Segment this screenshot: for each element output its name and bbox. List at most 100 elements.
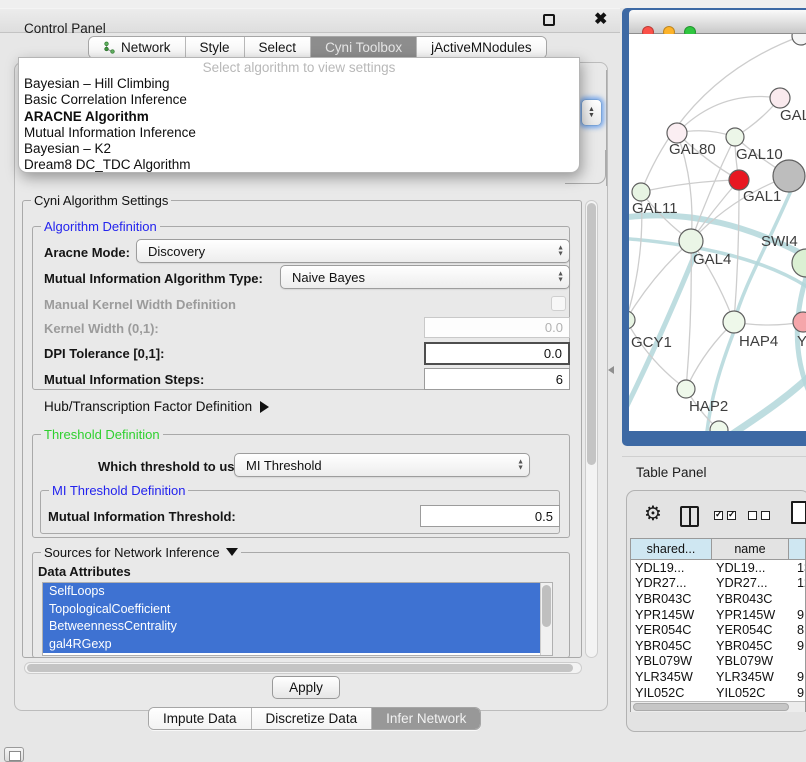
kernel-width-field[interactable]: 0.0: [424, 317, 570, 338]
mi-algorithm-type-select[interactable]: Naive Bayes ▲▼: [280, 265, 570, 289]
settings-vertical-scrollbar[interactable]: [585, 200, 598, 658]
tab-cyni-toolbox[interactable]: Cyni Toolbox: [311, 37, 417, 58]
node-label: GAL4: [693, 251, 731, 268]
attribute-item[interactable]: TopologicalCoefficient: [43, 601, 552, 619]
hub-definition-label: Hub/Transcription Factor Definition: [44, 399, 252, 414]
table-cell: YER054C: [631, 623, 712, 637]
attributes-scrollbar[interactable]: [540, 583, 552, 655]
dpi-tolerance-field[interactable]: 0.0: [424, 342, 570, 365]
tab-discretize-data[interactable]: Discretize Data: [252, 708, 373, 729]
table-row[interactable]: YLR345WYLR345W9.: [631, 669, 805, 685]
column-browser-icon[interactable]: [680, 506, 699, 527]
mi-algorithm-type-value: Naive Bayes: [292, 270, 365, 285]
group-title: Cyni Algorithm Settings: [31, 193, 171, 208]
node-label: GAL11: [632, 200, 678, 217]
close-icon[interactable]: ✖: [594, 9, 607, 29]
tab-infer-network[interactable]: Infer Network: [372, 708, 480, 729]
table-row[interactable]: YIL052CYIL052C9.: [631, 685, 805, 701]
network-node[interactable]: [710, 421, 728, 431]
tab-style[interactable]: Style: [186, 37, 245, 58]
settings-horizontal-scrollbar[interactable]: [24, 662, 582, 674]
node-table: shared...nameA YDL19...YDL19...13YDR27..…: [630, 538, 806, 712]
table-cell: YBR043C: [712, 592, 789, 606]
table-cell: YIL052C: [631, 686, 712, 700]
manual-kernel-width-checkbox[interactable]: [551, 296, 566, 311]
tab-label: Cyni Toolbox: [325, 40, 402, 55]
attribute-item[interactable]: SelfLoops: [43, 583, 552, 601]
spinner-arrows-icon: ▲▼: [557, 246, 564, 257]
table-cell: YBR045C: [631, 639, 712, 653]
algorithm-option[interactable]: Dream8 DC_TDC Algorithm: [19, 157, 579, 173]
apply-button[interactable]: Apply: [272, 676, 340, 699]
node-label: SWI4: [761, 233, 798, 250]
network-node-swi4[interactable]: [792, 249, 806, 277]
table-row[interactable]: YBR045CYBR045C9.: [631, 638, 805, 654]
which-threshold-select[interactable]: MI Threshold ▲▼: [234, 453, 530, 477]
which-threshold-value: MI Threshold: [246, 458, 322, 473]
network-node-hap4[interactable]: [723, 311, 745, 333]
network-node-gcy1[interactable]: [629, 311, 635, 329]
table-row[interactable]: YER054CYER054C8.: [631, 622, 805, 638]
mi-threshold-field[interactable]: 0.5: [420, 505, 560, 527]
table-row[interactable]: YPR145WYPR145W9.: [631, 607, 805, 623]
data-attributes-label: Data Attributes: [38, 564, 131, 579]
table-row[interactable]: YBR043CYBR043C: [631, 591, 805, 607]
table-cell: 9.: [789, 608, 806, 622]
window-top-strip: [0, 0, 806, 8]
group-title: Threshold Definition: [41, 427, 163, 442]
table-header-row: shared...nameA: [631, 539, 805, 560]
network-node-gal4[interactable]: [679, 229, 703, 253]
tab-impute-data[interactable]: Impute Data: [149, 708, 252, 729]
network-node-hap2[interactable]: [677, 380, 695, 398]
algorithm-option[interactable]: Basic Correlation Inference: [19, 92, 579, 108]
column-header[interactable]: shared...: [631, 539, 712, 559]
table-horizontal-scrollbar[interactable]: [631, 701, 805, 712]
algorithm-option[interactable]: Mutual Information Inference: [19, 125, 579, 141]
export-table-icon[interactable]: [791, 501, 806, 524]
table-cell: YPR145W: [712, 608, 789, 622]
kernel-width-label: Kernel Width (0,1):: [44, 321, 159, 336]
network-node-gal[interactable]: [770, 88, 790, 108]
table-cell: YDL19...: [712, 561, 789, 575]
select-all-columns-icon[interactable]: [714, 511, 736, 520]
tab-label: Infer Network: [386, 711, 466, 726]
algorithm-option[interactable]: ARACNE Algorithm: [19, 109, 579, 125]
table-cell: 8.: [789, 623, 806, 637]
control-panel-header: Control Panel: [0, 8, 620, 33]
tab-jactivemnodules[interactable]: jActiveMNodules: [417, 37, 546, 58]
minimized-panel-icon[interactable]: [4, 747, 24, 762]
table-cell: YBR043C: [631, 592, 712, 606]
attribute-item[interactable]: gal4RGexp: [43, 636, 552, 654]
table-cell: 13: [789, 561, 806, 575]
node-label: GAL80: [669, 141, 716, 158]
network-node[interactable]: [792, 34, 806, 45]
table-row[interactable]: YBL079WYBL079W: [631, 654, 805, 670]
attribute-item[interactable]: BetweennessCentrality: [43, 618, 552, 636]
sources-collapser[interactable]: Sources for Network Inference: [41, 545, 241, 560]
settings-gear-icon[interactable]: ⚙: [644, 503, 662, 525]
table-row[interactable]: YDR27...YDR27...12: [631, 576, 805, 592]
network-node-gal10[interactable]: [726, 128, 744, 146]
column-header[interactable]: name: [712, 539, 789, 559]
network-view[interactable]: GAL80GAL10GAL1GAL11GAL4SWI4GCY1HAP4YHAP2…: [629, 34, 806, 431]
tab-network[interactable]: Network: [89, 37, 186, 58]
tab-select[interactable]: Select: [245, 37, 312, 58]
table-cell: 12: [789, 576, 806, 590]
hub-definition-expander[interactable]: Hub/Transcription Factor Definition: [44, 399, 269, 414]
table-row[interactable]: YDL19...YDL19...13: [631, 560, 805, 576]
aracne-mode-select[interactable]: Discovery ▲▼: [136, 239, 570, 263]
column-header[interactable]: A: [789, 539, 806, 559]
deselect-all-columns-icon[interactable]: [748, 511, 770, 520]
split-pane-collapse-icon[interactable]: [608, 366, 614, 374]
algorithm-option[interactable]: Bayesian – K2: [19, 141, 579, 157]
network-node-gal1[interactable]: [729, 170, 749, 190]
float-window-icon[interactable]: [543, 14, 555, 26]
obscured-algorithm-combo-spinner[interactable]: ▲▼: [581, 99, 602, 126]
network-window-titlebar[interactable]: [629, 10, 806, 34]
network-node-gal80[interactable]: [667, 123, 687, 143]
spinner-arrows-icon: ▲▼: [557, 272, 564, 283]
table-cell: 9.: [789, 686, 806, 700]
mi-steps-field[interactable]: 6: [424, 368, 570, 390]
network-node-gal11[interactable]: [632, 183, 650, 201]
algorithm-option[interactable]: Bayesian – Hill Climbing: [19, 76, 579, 92]
